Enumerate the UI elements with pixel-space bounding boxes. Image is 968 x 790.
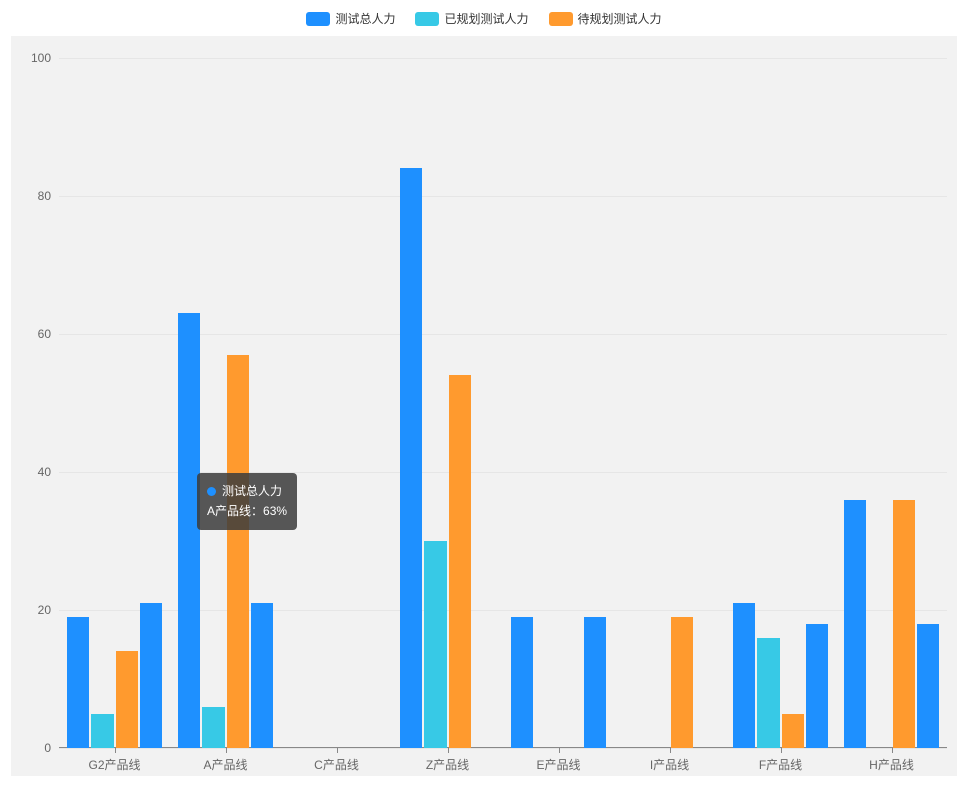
gridline: [59, 748, 947, 749]
bar[interactable]: [178, 313, 200, 748]
category-group: H产品线: [836, 58, 947, 748]
y-tick-label: 100: [31, 51, 59, 65]
bar[interactable]: [202, 707, 224, 748]
legend-label: 待规划测试人力: [578, 10, 662, 27]
category-group: F产品线: [725, 58, 836, 748]
legend-item-planned[interactable]: 已规划测试人力: [415, 10, 528, 27]
legend: 测试总人力 已规划测试人力 待规划测试人力: [0, 0, 968, 33]
legend-item-unplanned[interactable]: 待规划测试人力: [549, 10, 662, 27]
bar[interactable]: [67, 617, 89, 748]
bar[interactable]: [671, 617, 693, 748]
bar[interactable]: [116, 651, 138, 748]
legend-item-total[interactable]: 测试总人力: [306, 10, 395, 27]
y-tick-label: 0: [44, 741, 59, 755]
category-group: Z产品线: [392, 58, 503, 748]
x-tick-mark: [448, 748, 449, 753]
bar[interactable]: [757, 638, 779, 748]
y-tick-label: 60: [38, 327, 59, 341]
category-group: G2产品线: [59, 58, 170, 748]
bar[interactable]: [91, 714, 113, 749]
legend-swatch: [549, 12, 573, 26]
x-tick-mark: [670, 748, 671, 753]
x-tick-mark: [892, 748, 893, 753]
y-tick-label: 20: [38, 603, 59, 617]
bar[interactable]: [806, 624, 828, 748]
bar[interactable]: [511, 617, 533, 748]
bar[interactable]: [917, 624, 939, 748]
legend-label: 已规划测试人力: [444, 10, 528, 27]
bar[interactable]: [227, 355, 249, 748]
chart-background: 0 20 40 60 80 100G2产品线A产品线C产品线Z产品线E产品线I产品线F产品…: [11, 36, 957, 776]
plot-area[interactable]: 020406080100G2产品线A产品线C产品线Z产品线E产品线I产品线F产品…: [59, 58, 947, 748]
x-tick-mark: [226, 748, 227, 753]
bar[interactable]: [424, 541, 446, 748]
bar[interactable]: [449, 375, 471, 748]
bars-container: G2产品线A产品线C产品线Z产品线E产品线I产品线F产品线H产品线: [59, 58, 947, 748]
bar[interactable]: [893, 500, 915, 748]
x-tick-mark: [559, 748, 560, 753]
x-tick-mark: [337, 748, 338, 753]
y-tick-label: 80: [38, 189, 59, 203]
bar[interactable]: [251, 603, 273, 748]
category-group: E产品线: [503, 58, 614, 748]
legend-swatch: [415, 12, 439, 26]
category-group: C产品线: [281, 58, 392, 748]
y-tick-label: 40: [38, 465, 59, 479]
bar[interactable]: [584, 617, 606, 748]
bar[interactable]: [733, 603, 755, 748]
x-tick-mark: [781, 748, 782, 753]
legend-swatch: [306, 12, 330, 26]
bar[interactable]: [400, 168, 422, 748]
x-tick-mark: [115, 748, 116, 753]
bar[interactable]: [140, 603, 162, 748]
bar[interactable]: [782, 714, 804, 749]
legend-label: 测试总人力: [335, 10, 395, 27]
category-group: A产品线: [170, 58, 281, 748]
bar[interactable]: [844, 500, 866, 748]
category-group: I产品线: [614, 58, 725, 748]
